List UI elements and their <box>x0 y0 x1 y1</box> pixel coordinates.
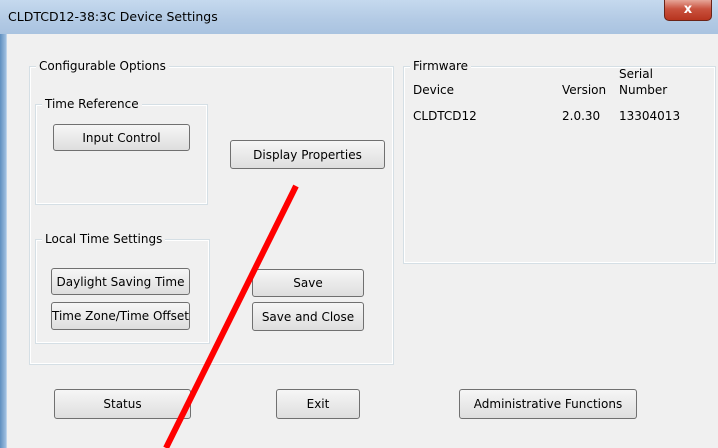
title-bar[interactable]: CLDTCD12-38:3C Device Settings x <box>0 0 718 34</box>
window-title: CLDTCD12-38:3C Device Settings <box>8 9 218 24</box>
firmware-header-version: Version <box>562 83 607 97</box>
firmware-header-number: Number <box>619 83 668 97</box>
firmware-row-device[interactable]: CLDTCD12 <box>413 109 477 123</box>
close-button[interactable]: x <box>664 0 712 21</box>
configurable-options-legend: Configurable Options <box>36 59 169 74</box>
firmware-header-device: Device <box>413 83 455 97</box>
firmware-legend: Firmware <box>410 59 471 74</box>
window-frame-edge <box>0 0 6 448</box>
status-button[interactable]: Status <box>54 389 191 419</box>
daylight-saving-time-button[interactable]: Daylight Saving Time <box>51 268 190 295</box>
firmware-row-serial[interactable]: 13304013 <box>619 109 680 123</box>
time-reference-legend: Time Reference <box>42 97 142 112</box>
time-reference-group: Time Reference <box>35 97 208 205</box>
local-time-settings-legend: Local Time Settings <box>42 232 166 247</box>
firmware-row-version[interactable]: 2.0.30 <box>562 109 600 123</box>
time-zone-offset-button[interactable]: Time Zone/Time Offset <box>51 302 190 330</box>
save-button[interactable]: Save <box>252 269 364 297</box>
display-properties-button[interactable]: Display Properties <box>230 140 385 169</box>
input-control-button[interactable]: Input Control <box>53 124 190 151</box>
administrative-functions-button[interactable]: Administrative Functions <box>459 389 637 419</box>
firmware-header-serial: Serial <box>619 67 653 81</box>
exit-button[interactable]: Exit <box>276 389 360 419</box>
dialog-client-area: Configurable Options Time Reference Inpu… <box>7 34 718 448</box>
save-and-close-button[interactable]: Save and Close <box>252 302 364 331</box>
